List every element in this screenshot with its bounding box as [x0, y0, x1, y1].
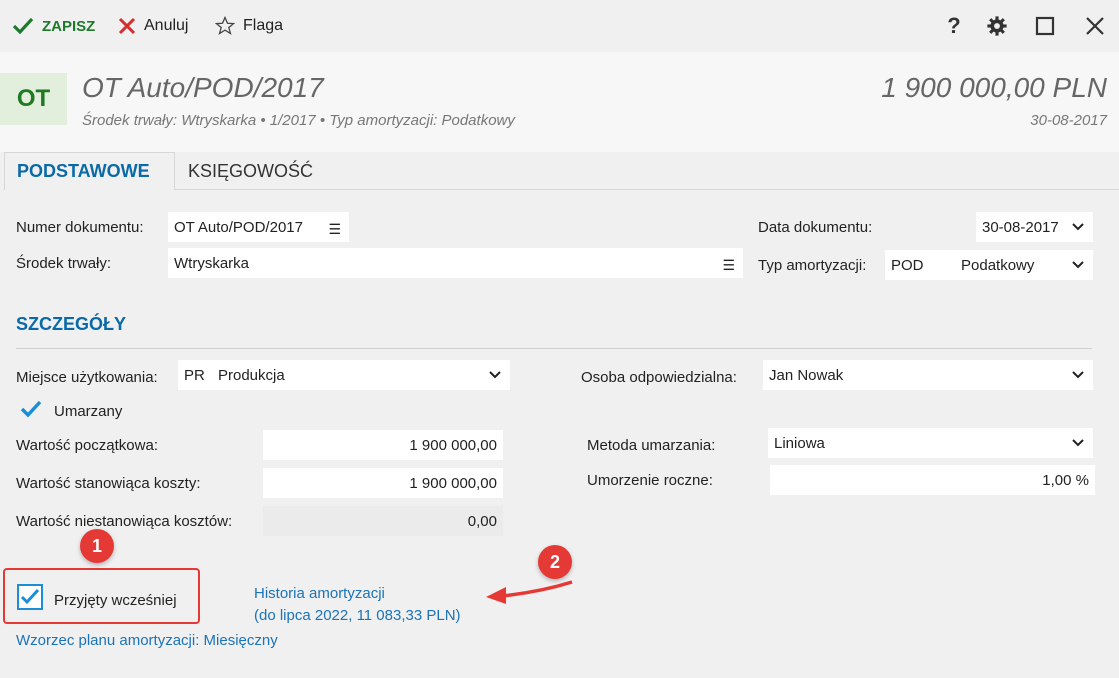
amort-type-value: Podatkowy — [961, 256, 1035, 274]
asset-field[interactable]: Wtryskarka ☰ — [168, 248, 743, 278]
star-icon — [215, 16, 235, 36]
checkmark-icon — [20, 588, 40, 605]
annual-field[interactable]: 1,00 % — [770, 465, 1095, 495]
method-value: Liniowa — [774, 434, 825, 452]
chevron-down-icon — [1072, 439, 1084, 447]
gear-icon[interactable] — [983, 12, 1011, 40]
annual-label: Umorzenie roczne: — [587, 472, 713, 489]
history-link-line2[interactable]: (do lipca 2022, 11 083,33 PLN) — [254, 607, 461, 624]
cancel-label: Anuluj — [144, 17, 189, 34]
doc-date-field[interactable]: 30-08-2017 — [976, 212, 1093, 242]
section-divider — [16, 348, 1092, 349]
amort-type-select[interactable]: POD Podatkowy — [885, 250, 1093, 280]
initial-value-label: Wartość początkowa: — [16, 437, 158, 454]
accepted-earlier-label: Przyjęty wcześniej — [54, 592, 177, 609]
asset-value: Wtryskarka — [174, 254, 249, 272]
amort-type-code: POD — [891, 256, 924, 274]
person-value: Jan Nowak — [769, 366, 844, 384]
noncost-value-field: 0,00 — [263, 506, 503, 536]
place-select[interactable]: PR Produkcja — [178, 360, 510, 390]
method-label: Metoda umarzania: — [587, 437, 716, 454]
place-value: Produkcja — [218, 366, 285, 384]
checkmark-icon — [12, 17, 34, 35]
document-header: OT OT Auto/POD/2017 Środek trwały: Wtrys… — [0, 52, 1119, 152]
accepted-earlier-checkbox[interactable] — [17, 584, 43, 610]
depreciated-checkbox[interactable] — [18, 396, 44, 422]
doc-number-value: OT Auto/POD/2017 — [174, 218, 303, 236]
chevron-down-icon — [489, 371, 501, 379]
noncost-value-label: Wartość niestanowiąca kosztów: — [16, 513, 233, 530]
doc-date-label: Data dokumentu: — [758, 219, 873, 236]
amort-type-label: Typ amortyzacji: — [758, 257, 867, 274]
tab-podstawowe[interactable]: PODSTAWOWE — [4, 152, 175, 190]
document-title: OT Auto/POD/2017 — [82, 72, 324, 103]
initial-value-field[interactable]: 1 900 000,00 — [263, 430, 503, 460]
initial-value-value: 1 900 000,00 — [409, 436, 497, 454]
list-menu-icon[interactable]: ☰ — [722, 257, 735, 274]
flag-button[interactable]: Flaga — [215, 14, 283, 38]
document-type-badge: OT — [0, 73, 67, 125]
depreciated-label: Umarzany — [54, 403, 123, 420]
annotation-arrow-icon — [486, 580, 573, 604]
noncost-value-value: 0,00 — [467, 512, 497, 530]
list-menu-icon[interactable]: ☰ — [328, 221, 341, 238]
chevron-down-icon — [1072, 223, 1084, 231]
asset-label: Środek trwały: — [16, 255, 112, 272]
document-amount: 1 900 000,00 PLN — [881, 72, 1107, 103]
person-select[interactable]: Jan Nowak — [763, 360, 1093, 390]
save-button[interactable]: ZAPISZ — [12, 14, 95, 38]
document-date: 30-08-2017 — [1030, 112, 1107, 129]
close-red-icon — [118, 17, 136, 35]
person-label: Osoba odpowiedzialna: — [581, 369, 737, 386]
tab-divider — [175, 189, 1119, 190]
flag-label: Flaga — [243, 17, 284, 34]
method-select[interactable]: Liniowa — [768, 428, 1093, 458]
checkmark-icon — [20, 400, 42, 418]
help-icon[interactable]: ? — [940, 12, 968, 40]
history-link-line1[interactable]: Historia amortyzacji — [254, 585, 385, 602]
doc-number-field[interactable]: OT Auto/POD/2017 ☰ — [168, 212, 349, 242]
chevron-down-icon — [1072, 371, 1084, 379]
place-label: Miejsce użytkowania: — [16, 369, 158, 386]
cost-value-field[interactable]: 1 900 000,00 — [263, 468, 503, 498]
annotation-marker-1: 1 — [80, 529, 114, 563]
plan-template-link[interactable]: Wzorzec planu amortyzacji: Miesięczny — [16, 632, 278, 649]
place-code: PR — [184, 366, 205, 384]
chevron-down-icon — [1072, 261, 1084, 269]
tab-ksiegowosc[interactable]: KSIĘGOWOŚĆ — [176, 152, 325, 190]
maximize-icon[interactable] — [1031, 12, 1059, 40]
cancel-button[interactable]: Anuluj — [118, 14, 188, 38]
document-subtitle: Środek trwały: Wtryskarka • 1/2017 • Typ… — [82, 112, 515, 129]
toolbar: ZAPISZ Anuluj Flaga ? — [0, 0, 1119, 52]
annual-value: 1,00 % — [1042, 471, 1089, 489]
doc-date-value: 30-08-2017 — [982, 218, 1059, 236]
doc-number-label: Numer dokumentu: — [16, 219, 144, 236]
save-label: ZAPISZ — [42, 17, 96, 35]
cost-value-label: Wartość stanowiąca koszty: — [16, 475, 201, 492]
close-icon[interactable] — [1081, 12, 1109, 40]
section-title-details: SZCZEGÓŁY — [16, 314, 127, 334]
cost-value-value: 1 900 000,00 — [409, 474, 497, 492]
